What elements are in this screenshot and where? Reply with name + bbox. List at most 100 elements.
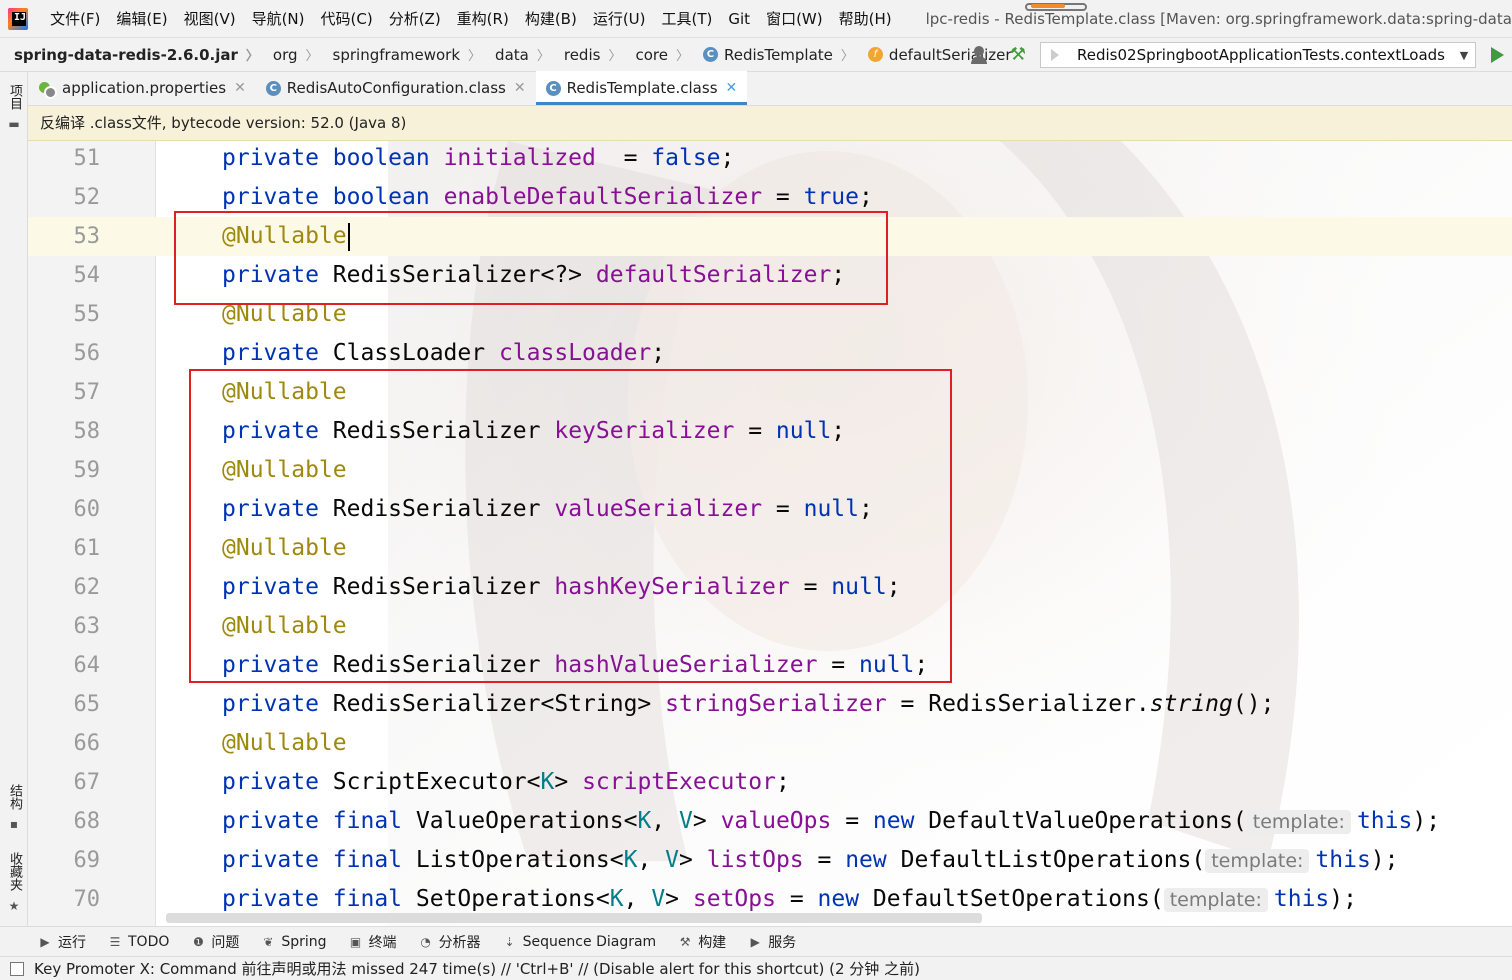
- menu-edit[interactable]: 编辑(E): [108, 0, 175, 38]
- run-button[interactable]: [1488, 46, 1506, 64]
- menu-file[interactable]: 文件(F): [42, 0, 108, 38]
- menu-tools[interactable]: 工具(T): [654, 0, 721, 38]
- code-line[interactable]: 58 private RedisSerializer keySerializer …: [28, 412, 1512, 451]
- chevron-right-icon: 〉: [245, 49, 259, 64]
- breadcrumb-label: RedisTemplate: [723, 45, 833, 64]
- menu-view[interactable]: 视图(V): [176, 0, 244, 38]
- window-drag-handle[interactable]: [1025, 3, 1087, 11]
- code-token: classLoader: [498, 340, 652, 366]
- code-line[interactable]: 51 private boolean initialized = false;: [28, 141, 1512, 178]
- menu-run[interactable]: 运行(U): [585, 0, 654, 38]
- user-icon[interactable]: [968, 43, 1002, 67]
- tool-window-sequence-diagram[interactable]: ⇣ Sequence Diagram: [503, 934, 657, 950]
- code-line[interactable]: 52 private boolean enableDefaultSerialize…: [28, 178, 1512, 217]
- close-icon[interactable]: ✕: [726, 80, 738, 96]
- structure-tool-tab[interactable]: 结构: [4, 784, 24, 810]
- left-tool-strip: 项目 ▬ 结构 ▪ 收藏夹 ★: [0, 72, 28, 926]
- code-line[interactable]: 56 private ClassLoader classLoader;: [28, 334, 1512, 373]
- breadcrumb-class[interactable]: C RedisTemplate 〉: [689, 45, 854, 64]
- code-line[interactable]: 66 @Nullable: [28, 724, 1512, 763]
- menu-analyze[interactable]: 分析(Z): [381, 0, 449, 38]
- code-line[interactable]: 63 @Nullable: [28, 607, 1512, 646]
- code-token: ();: [1232, 691, 1275, 717]
- menu-navigate[interactable]: 导航(N): [244, 0, 313, 38]
- code-line[interactable]: 59 @Nullable: [28, 451, 1512, 490]
- breadcrumb-jar[interactable]: spring-data-redis-2.6.0.jar 〉: [0, 45, 259, 65]
- code-line[interactable]: 69 private final ListOperations<K, V> lis…: [28, 841, 1512, 880]
- line-number: 63: [73, 614, 101, 639]
- code-text: private RedisSerializer hashKeySerialize…: [222, 568, 901, 607]
- code-line[interactable]: 65 private RedisSerializer<String> string…: [28, 685, 1512, 724]
- close-icon[interactable]: ✕: [234, 80, 246, 96]
- tab-redisautoconfiguration[interactable]: C RedisAutoConfiguration.class ✕: [256, 71, 536, 105]
- tab-application-properties[interactable]: application.properties ✕: [28, 71, 256, 105]
- code-line[interactable]: 68 private final ValueOperations<K, V> va…: [28, 802, 1512, 841]
- code-token: private: [222, 418, 333, 444]
- code-token: V: [679, 808, 693, 834]
- tool-window-label: 服务: [768, 934, 797, 951]
- code-line[interactable]: 61 @Nullable: [28, 529, 1512, 568]
- code-line[interactable]: 57 @Nullable: [28, 373, 1512, 412]
- menu-refactor[interactable]: 重构(R): [449, 0, 517, 38]
- code-token: @Nullable: [222, 613, 347, 639]
- breadcrumb-package-springframework[interactable]: springframework 〉: [319, 45, 482, 65]
- code-text: @Nullable: [222, 295, 347, 334]
- run-configuration-select[interactable]: Redis02SpringbootApplicationTests.contex…: [1040, 42, 1476, 68]
- code-line[interactable]: 62 private RedisSerializer hashKeySeriali…: [28, 568, 1512, 607]
- tool-window-terminal[interactable]: ▣ 终端: [349, 932, 397, 952]
- code-token: ,: [651, 808, 679, 834]
- code-token: @Nullable: [222, 223, 347, 249]
- code-text: @Nullable: [222, 373, 347, 412]
- horizontal-scrollbar[interactable]: [166, 913, 982, 923]
- test-config-icon: [1051, 49, 1061, 61]
- code-token: ;: [831, 262, 846, 288]
- code-token: false: [651, 145, 721, 171]
- code-token: null: [859, 652, 915, 678]
- code-token: V: [665, 847, 680, 873]
- tool-window-profiler[interactable]: ◔ 分析器: [419, 932, 480, 952]
- code-text: private boolean enableDefaultSerializer …: [222, 178, 873, 217]
- menu-code[interactable]: 代码(C): [313, 0, 381, 38]
- menu-help[interactable]: 帮助(H): [831, 0, 900, 38]
- code-token: RedisSerializer: [332, 418, 555, 444]
- breadcrumb-label: springframework: [332, 45, 461, 64]
- code-editor[interactable]: 51 private boolean initialized = false; 52…: [28, 141, 1512, 926]
- menu-git[interactable]: Git: [720, 0, 758, 38]
- favorites-tool-tab[interactable]: 收藏夹: [4, 852, 24, 891]
- code-text: private boolean initialized = false;: [222, 141, 734, 178]
- tool-window-todo[interactable]: ☰ TODO: [108, 934, 170, 950]
- breadcrumb-package-core[interactable]: core 〉: [621, 45, 689, 65]
- code-token: private: [222, 769, 333, 795]
- code-token: ,: [623, 886, 652, 912]
- code-token: );: [1412, 808, 1441, 834]
- tool-window-build[interactable]: ⚒ 构建: [678, 932, 726, 952]
- todo-icon: ☰: [109, 934, 121, 949]
- code-token: K: [623, 847, 638, 873]
- tool-window-spring-leaf[interactable]: ❦ Spring: [261, 934, 326, 950]
- code-line[interactable]: 60 private RedisSerializer valueSerialize…: [28, 490, 1512, 529]
- code-line[interactable]: 67 private ScriptExecutor<K> scriptExecut…: [28, 763, 1512, 802]
- status-checkbox-icon[interactable]: [10, 961, 24, 976]
- tool-window-run[interactable]: ▶ 运行: [38, 932, 86, 952]
- code-token: defaultSerializer: [595, 262, 832, 288]
- breadcrumb-package-redis[interactable]: redis 〉: [550, 45, 622, 65]
- sequence-diagram-icon: ⇣: [504, 934, 515, 949]
- breadcrumb-package-data[interactable]: data 〉: [481, 45, 550, 65]
- line-number: 60: [73, 497, 101, 522]
- code-line[interactable]: 55 @Nullable: [28, 295, 1512, 334]
- tool-window-label: Sequence Diagram: [522, 933, 657, 950]
- code-line[interactable]: 64 private RedisSerializer hashValueSeria…: [28, 646, 1512, 685]
- menu-build[interactable]: 构建(B): [517, 0, 585, 38]
- close-icon[interactable]: ✕: [514, 80, 526, 96]
- code-text: private RedisSerializer<?> defaultSerial…: [222, 256, 845, 295]
- build-hammer-icon[interactable]: ⚒: [1006, 43, 1030, 67]
- project-tool-tab[interactable]: 项目: [4, 84, 24, 110]
- code-text: private RedisSerializer keySerializer = …: [222, 412, 845, 451]
- tool-window-problems[interactable]: ❶ 问题: [191, 932, 239, 952]
- tool-window-services[interactable]: ▶ 服务: [748, 932, 797, 952]
- tab-redistemplate[interactable]: C RedisTemplate.class ✕: [535, 71, 748, 105]
- menu-window[interactable]: 窗口(W): [758, 0, 831, 38]
- breadcrumb-package-org[interactable]: org 〉: [259, 45, 319, 65]
- code-line[interactable]: 54 private RedisSerializer<?> defaultSeri…: [28, 256, 1512, 295]
- code-line[interactable]: 53 @Nullable: [28, 217, 1512, 256]
